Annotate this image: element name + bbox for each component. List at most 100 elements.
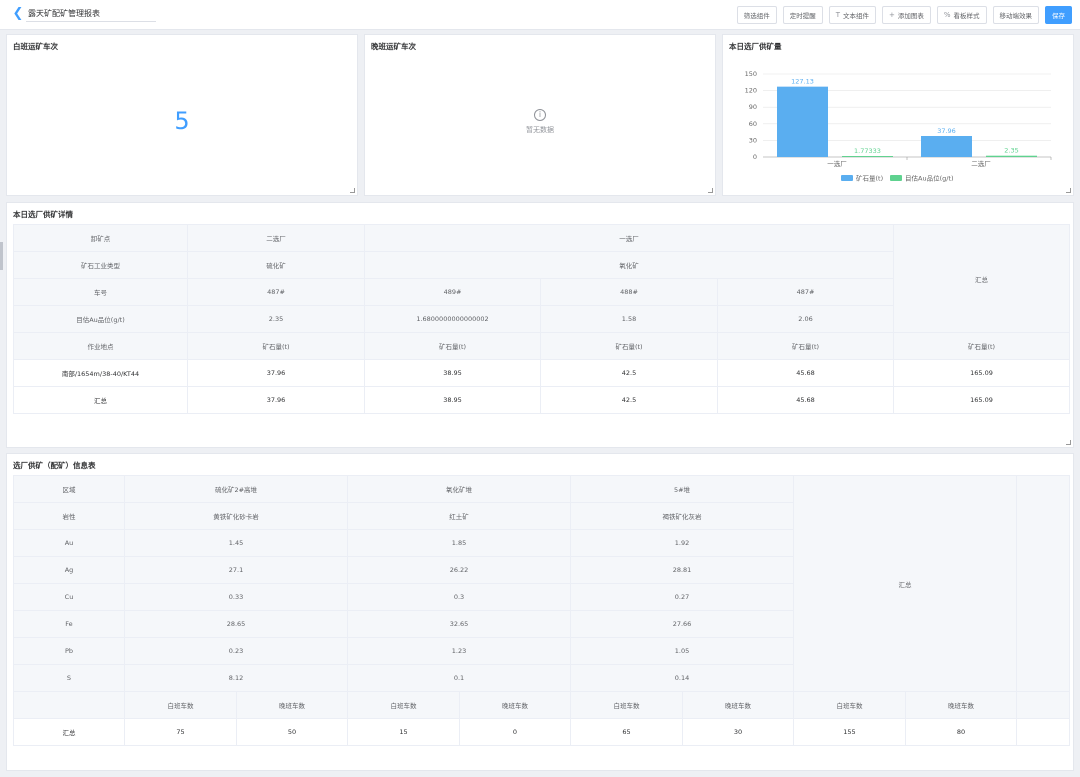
timed-reminder-button[interactable]: 定时提醒 <box>782 6 823 24</box>
mobile-preview-button[interactable]: 移动端效果 <box>992 6 1039 24</box>
table-cell: 5#堆 <box>570 475 794 503</box>
table-cell: 487# <box>187 278 365 306</box>
table-cell: 65 <box>570 718 683 746</box>
button-label: 看板样式 <box>953 12 980 20</box>
y-tick-label: 150 <box>745 70 757 78</box>
table-cell: 28.81 <box>570 556 794 584</box>
table-cell: 0.27 <box>570 583 794 611</box>
table-cell: 42.5 <box>540 359 718 387</box>
back-arrow-icon[interactable]: ❮ <box>10 6 26 22</box>
resize-handle-icon[interactable] <box>350 188 355 193</box>
row-label <box>13 691 125 719</box>
save-button[interactable]: 保存 <box>1045 6 1072 24</box>
table-cell: 0 <box>459 718 571 746</box>
y-tick-label: 0 <box>753 153 757 161</box>
row-label: 区域 <box>13 475 125 503</box>
table-cell: 矿石量(t) <box>364 332 541 360</box>
style-icon: % <box>943 11 951 19</box>
table-cell: 32.65 <box>347 610 571 638</box>
bar <box>842 156 893 157</box>
table-cell: 37.96 <box>187 359 365 387</box>
summary-header: 汇总 <box>893 224 1071 333</box>
row-label: 作业地点 <box>13 332 188 360</box>
table-cell: 38.95 <box>364 386 541 414</box>
day-trips-card: 白班运矿车次 5 <box>6 34 358 196</box>
table-cell: 氧化矿堆 <box>347 475 571 503</box>
row-label: 汇总 <box>13 386 188 414</box>
row-label: 目估Au品位(g/t) <box>13 305 188 333</box>
row-label: 矿石工业类型 <box>13 251 188 279</box>
table-cell: 2.35 <box>187 305 365 333</box>
table-cell: 45.68 <box>716 386 895 414</box>
button-label: 定时提醒 <box>789 12 816 20</box>
table-cell: 42.5 <box>540 386 718 414</box>
add-chart-button[interactable]: + 添加图表 <box>881 6 931 24</box>
empty-state: i 暂无数据 <box>365 109 715 135</box>
row-label: Fe <box>13 610 125 638</box>
report-title-input[interactable] <box>26 6 156 22</box>
text-icon: T <box>835 11 840 19</box>
table-cell: 37.96 <box>187 386 365 414</box>
row-label: 汇总 <box>13 718 125 746</box>
y-tick-label: 60 <box>749 120 757 128</box>
supply-bar-chart: 150 120 90 60 30 0 127.13 1.77333 一选厂 37.96 2.35 二选… <box>745 70 1052 183</box>
card-title: 本日选厂供矿详情 <box>13 210 73 219</box>
legend-swatch <box>890 175 902 181</box>
bar-value-label: 2.35 <box>1004 147 1018 155</box>
table-cell: 50 <box>236 718 348 746</box>
text-component-button[interactable]: T 文本组件 <box>828 6 876 24</box>
table-cell: 487# <box>716 278 895 306</box>
table-cell: 2.06 <box>716 305 895 333</box>
empty-cell <box>1016 691 1070 719</box>
table-cell: 晚班车数 <box>459 691 571 719</box>
legend-label: 矿石量(t) <box>856 174 883 183</box>
row-label: Cu <box>13 583 125 611</box>
table-row: 南部/1654m/38-40/KT44 37.96 38.95 42.5 45.… <box>13 359 1071 387</box>
table-cell: 0.23 <box>124 637 348 665</box>
filter-component-button[interactable]: 筛选组件 <box>736 6 777 24</box>
bar-value-label: 1.77333 <box>854 147 881 155</box>
table-cell: 1.23 <box>347 637 571 665</box>
supply-detail-table: 卸矿点 二选厂 一选厂 汇总 矿石工业类型 硫化矿 氧化矿 车号 487# 48… <box>13 224 1071 414</box>
table-cell: 1.58 <box>540 305 718 333</box>
empty-cell <box>1016 475 1070 692</box>
legend-swatch <box>841 175 853 181</box>
resize-handle-icon[interactable] <box>708 188 713 193</box>
board-style-button[interactable]: % 看板样式 <box>936 6 987 24</box>
table-cell: 1.92 <box>570 529 794 557</box>
y-tick-label: 30 <box>749 136 757 144</box>
table-cell: 15 <box>347 718 460 746</box>
button-label: 文本组件 <box>842 12 869 20</box>
row-label: Pb <box>13 637 125 665</box>
button-label: 添加图表 <box>897 12 924 20</box>
row-label: 卸矿点 <box>13 224 188 252</box>
table-cell: 489# <box>364 278 541 306</box>
table-cell: 二选厂 <box>187 224 365 252</box>
table-cell: 矿石量(t) <box>540 332 718 360</box>
table-cell: 白班车数 <box>124 691 237 719</box>
resize-handle-icon[interactable] <box>1066 188 1071 193</box>
table-row: 汇总 75 50 15 0 65 30 155 80 <box>13 718 1070 746</box>
table-cell: 红土矿 <box>347 502 571 530</box>
resize-handle-icon[interactable] <box>1066 440 1071 445</box>
side-handle[interactable] <box>0 242 3 270</box>
bar <box>777 86 828 157</box>
button-label: 移动端效果 <box>999 12 1033 20</box>
bar <box>986 155 1037 157</box>
table-cell: 晚班车数 <box>905 691 1017 719</box>
row-label: Au <box>13 529 125 557</box>
blend-info-card: 选厂供矿（配矿）信息表 区域 硫化矿2#高堆 氧化矿堆 5#堆 汇总 岩性 黄铁… <box>6 453 1074 771</box>
table-row: 汇总 37.96 38.95 42.5 45.68 165.09 <box>13 386 1071 414</box>
table-cell: 0.33 <box>124 583 348 611</box>
summary-header: 汇总 <box>793 475 1017 692</box>
bar <box>921 135 972 157</box>
table-cell: 26.22 <box>347 556 571 584</box>
row-label: S <box>13 664 125 692</box>
table-cell: 白班车数 <box>570 691 683 719</box>
toolbar: 筛选组件 定时提醒 T 文本组件 + 添加图表 % 看板样式 移动端效果 保存 <box>736 6 1072 24</box>
supply-chart-card: 本日选厂供矿量 150 120 90 60 30 0 127.13 1.77333 一选厂 37.… <box>722 34 1074 196</box>
table-cell: 38.95 <box>364 359 541 387</box>
table-cell: 27.66 <box>570 610 794 638</box>
table-cell: 8.12 <box>124 664 348 692</box>
row-label: 车号 <box>13 278 188 306</box>
